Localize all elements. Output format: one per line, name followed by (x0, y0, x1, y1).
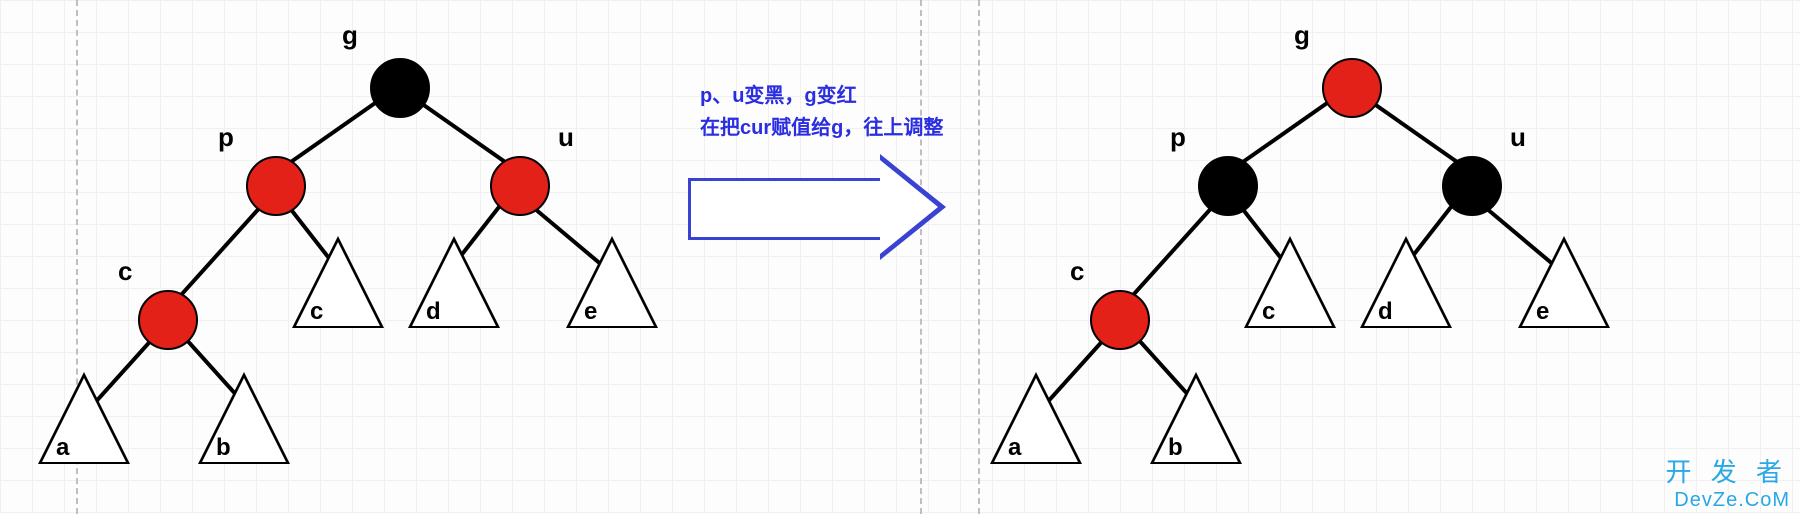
node-g (1322, 58, 1382, 118)
subtree-label: c (310, 298, 323, 326)
subtree-label: a (1008, 434, 1021, 462)
annotation-line1: p、u变黑，g变红 (700, 80, 943, 112)
arrow-join (880, 181, 886, 231)
subtree-label: b (216, 434, 231, 462)
subtree-e (566, 236, 658, 328)
label-u: u (1510, 122, 1526, 153)
label-g: g (342, 20, 358, 51)
annotation-text: p、u变黑，g变红 在把cur赋值给g，往上调整 (700, 80, 943, 144)
subtree-a (38, 372, 130, 464)
subtree-d (408, 236, 500, 328)
node-u (1442, 156, 1502, 216)
subtree-label: a (56, 434, 69, 462)
diagram-canvas: { "chart_data": [ { "type": "diagram", "… (0, 0, 1800, 514)
subtree-e (1518, 236, 1610, 328)
watermark-line1: 开 发 者 (1666, 452, 1788, 489)
node-g (370, 58, 430, 118)
watermark-line2: DevZe.CoM (1674, 489, 1790, 512)
tree-after: g p u c c d e a b (962, 0, 1642, 514)
subtree-b (1150, 372, 1242, 464)
subtree-a (990, 372, 1082, 464)
subtree-c (292, 236, 384, 328)
arrow-body (688, 178, 885, 240)
arrow-head-inner (880, 160, 938, 254)
subtree-c (1244, 236, 1336, 328)
label-c: c (1070, 256, 1084, 287)
subtree-label: d (426, 298, 441, 326)
subtree-label: d (1378, 298, 1393, 326)
subtree-b (198, 372, 290, 464)
label-p: p (218, 122, 234, 153)
node-u (490, 156, 550, 216)
label-g: g (1294, 20, 1310, 51)
annotation-line2: 在把cur赋值给g，往上调整 (700, 112, 943, 144)
node-p (1198, 156, 1258, 216)
node-c (138, 290, 198, 350)
tree-before: g p u c c d e a b (10, 0, 690, 514)
label-p: p (1170, 122, 1186, 153)
node-c (1090, 290, 1150, 350)
node-p (246, 156, 306, 216)
label-u: u (558, 122, 574, 153)
subtree-label: b (1168, 434, 1183, 462)
subtree-label: e (584, 298, 597, 326)
label-c: c (118, 256, 132, 287)
subtree-label: c (1262, 298, 1275, 326)
subtree-label: e (1536, 298, 1549, 326)
subtree-d (1360, 236, 1452, 328)
